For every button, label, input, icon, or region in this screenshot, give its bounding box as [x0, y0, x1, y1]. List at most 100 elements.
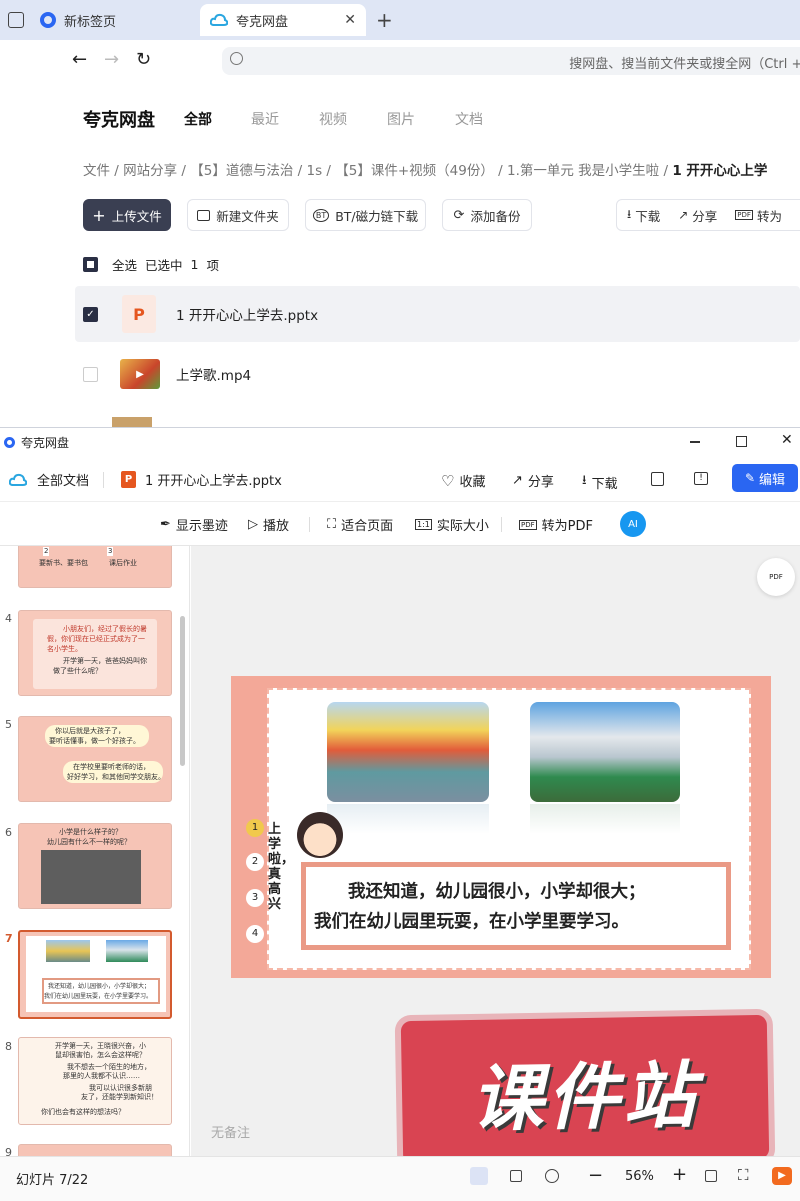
play-button[interactable]: ▷ 播放 [248, 515, 289, 534]
zoom-out-icon[interactable]: − [588, 1165, 603, 1186]
breadcrumb-item[interactable]: 【5】课件+视频（49份） [335, 163, 494, 179]
nav-docs[interactable]: 文档 [455, 109, 483, 129]
tab-quark-drive[interactable]: 夸克网盘 ✕ [200, 4, 366, 36]
viewer-download-button[interactable]: ⭳ 下载 [582, 471, 618, 493]
thumb-text: 假，你们现在已经正式成为了一 [47, 635, 145, 643]
close-tab-icon[interactable]: ✕ [344, 12, 356, 28]
breadcrumb-item[interactable]: 【5】道德与法治 [190, 163, 293, 179]
file-row[interactable]: ▶ 上学歌.mp4 [75, 346, 800, 402]
fit-icon: ⛶ [327, 517, 337, 532]
pdf-icon: PDF [735, 210, 753, 220]
ink-button[interactable]: ✒ 显示墨迹 [160, 515, 228, 534]
divider [103, 471, 105, 488]
close-window-icon[interactable]: ✕ [781, 432, 793, 448]
slide-step-number: 4 [246, 925, 264, 943]
slide-number: 7 [5, 932, 13, 945]
notes-view-icon[interactable] [510, 1170, 522, 1182]
slide-thumbnail[interactable]: 2 3 要新书、要书包 课后作业 [18, 546, 172, 588]
thumb-text: 课后作业 [109, 559, 137, 567]
slide-thumbnail[interactable]: 小学是什么样子的？ 幼儿园有什么不一样的呢？ [18, 823, 172, 909]
thumb-text: 你们也会有这样的想法吗？ [41, 1108, 125, 1116]
fit-page-button[interactable]: ⛶ 适合页面 [327, 515, 393, 534]
select-all-label[interactable]: 全选 [112, 255, 137, 274]
thumbnail-scrollbar[interactable] [180, 616, 185, 766]
slide-thumbnail[interactable]: 你以后就是大孩子了， 要听话懂事，做一个好孩子。 在学校里要听老师的话， 好好学… [18, 716, 172, 802]
download-button[interactable]: 下载 [635, 206, 660, 225]
slideshow-icon[interactable]: ▶ [772, 1167, 792, 1185]
breadcrumb-item[interactable]: 文件 [83, 163, 110, 179]
slide-counter: 幻灯片 7/22 [16, 1173, 89, 1188]
slide-thumbnail-selected[interactable]: 我还知道，幼儿园很小，小学却很大； 我们在幼儿园里玩耍，在小学里要学习。 [18, 930, 172, 1019]
slide-number: 8 [5, 1040, 12, 1053]
watermark-stamp: 课件站 [400, 1014, 770, 1166]
breadcrumb-current: 1 开开心心上学 [672, 163, 768, 179]
play-circle-icon: ▷ [248, 517, 258, 532]
add-backup-button[interactable]: ⟳ 添加备份 [442, 199, 532, 231]
thumb-image [41, 850, 141, 904]
thumb-text: 要新书、要书包 [39, 559, 88, 567]
fit-icon[interactable] [705, 1170, 717, 1182]
slide-text-line: 我还知道，幼儿园很小，小学却很大； [348, 882, 646, 902]
share-button[interactable]: 分享 [692, 206, 717, 225]
breadcrumb-item[interactable]: 1s [307, 163, 323, 179]
ai-button[interactable]: AI [620, 511, 646, 537]
slide-text-line: 我们在幼儿园里玩耍，在小学里要学习。 [314, 912, 629, 932]
file-row[interactable]: ✓ P 1 开开心心上学去.pptx [75, 286, 800, 342]
viewer-tools: ✒ 显示墨迹 ▷ 播放 ⛶ 适合页面 1:1 实际大小 PDF 转为PDF AI [0, 502, 800, 546]
back-icon[interactable]: ← [72, 49, 87, 70]
forward-icon[interactable]: → [104, 49, 119, 70]
maximize-icon[interactable] [736, 436, 747, 447]
breadcrumb-item[interactable]: 1.第一单元 我是小学生啦 [507, 163, 659, 179]
nav-recent[interactable]: 最近 [251, 109, 279, 129]
new-folder-label: 新建文件夹 [216, 208, 279, 224]
globe-icon[interactable] [545, 1169, 559, 1183]
favorite-label: 收藏 [459, 475, 486, 490]
ppt-file-icon: P [121, 471, 137, 488]
to-pdf-button[interactable]: PDF 转为PDF [519, 515, 593, 534]
select-all-checkbox[interactable] [83, 257, 98, 272]
thumbnail-view-icon[interactable] [470, 1167, 488, 1185]
nav-all[interactable]: 全部 [184, 109, 212, 129]
upload-button[interactable]: + 上传文件 [83, 199, 171, 231]
app-logo-icon [4, 436, 15, 448]
nav-images[interactable]: 图片 [387, 109, 415, 129]
feedback-icon[interactable]: ! [694, 472, 708, 485]
play-label: 播放 [263, 519, 290, 534]
slide-thumbnail[interactable]: 小朋友们，经过了假长的暑 假，你们现在已经正式成为了一 名小学生。 开学第一天，… [18, 610, 172, 696]
add-backup-label: 添加备份 [470, 208, 521, 224]
address-field[interactable]: 搜网盘、搜当前文件夹或搜全网（Ctrl + F [222, 47, 800, 75]
minimize-icon[interactable] [690, 441, 700, 443]
tab-new-tab[interactable]: 新标签页 [40, 4, 116, 36]
thumb-text: 开学第一天，爸爸妈妈叫你 [63, 657, 147, 665]
file-checkbox[interactable] [83, 366, 98, 382]
file-checkbox[interactable]: ✓ [83, 306, 98, 322]
favorite-button[interactable]: ♡ 收藏 [441, 471, 486, 491]
zoom-in-icon[interactable]: + [672, 1164, 687, 1185]
convert-button[interactable]: 转为 [757, 206, 782, 225]
edit-button[interactable]: ✎ 编辑 [732, 464, 798, 492]
thumb-text: 做了些什么呢？ [53, 667, 102, 675]
file-name[interactable]: 上学歌.mp4 [176, 364, 251, 384]
export-icon[interactable] [651, 472, 664, 486]
slide-number: 4 [5, 612, 12, 625]
fullscreen-icon[interactable]: ⛶ [738, 1166, 749, 1184]
breadcrumb-item[interactable]: 网站分享 [123, 163, 177, 179]
thumb-text: 我还知道，幼儿园很小，小学却很大； [48, 983, 151, 990]
tab-label: 新标签页 [64, 14, 117, 30]
slide-thumbnail[interactable]: 开学第一天，王晓很兴奋，小 鼠却很害怕，怎么会这样呢？ 我不想去一个陌生的地方，… [18, 1037, 172, 1125]
nav-video[interactable]: 视频 [319, 109, 347, 129]
viewer-share-button[interactable]: ↗ 分享 [512, 471, 554, 490]
bt-download-button[interactable]: BT BT/磁力链下载 [305, 199, 426, 231]
thumb-image [46, 940, 90, 962]
all-docs-link[interactable]: 全部文档 [37, 470, 89, 489]
actual-size-button[interactable]: 1:1 实际大小 [415, 515, 489, 534]
reload-icon[interactable]: ↻ [136, 49, 151, 70]
window-menu-icon[interactable] [8, 12, 24, 28]
slide-thumbnail[interactable] [18, 1144, 172, 1156]
pdf-float-button[interactable]: PDF [757, 558, 795, 596]
new-tab-icon[interactable]: + [376, 8, 393, 32]
new-folder-button[interactable]: 新建文件夹 [187, 199, 289, 231]
viewer-title-bar: 夸克网盘 ✕ [0, 428, 800, 456]
file-name[interactable]: 1 开开心心上学去.pptx [176, 304, 318, 324]
slide-thumbnail-panel: 2 3 要新书、要书包 课后作业 4 小朋友们，经过了假长的暑 假，你们现在已经… [0, 546, 190, 1156]
